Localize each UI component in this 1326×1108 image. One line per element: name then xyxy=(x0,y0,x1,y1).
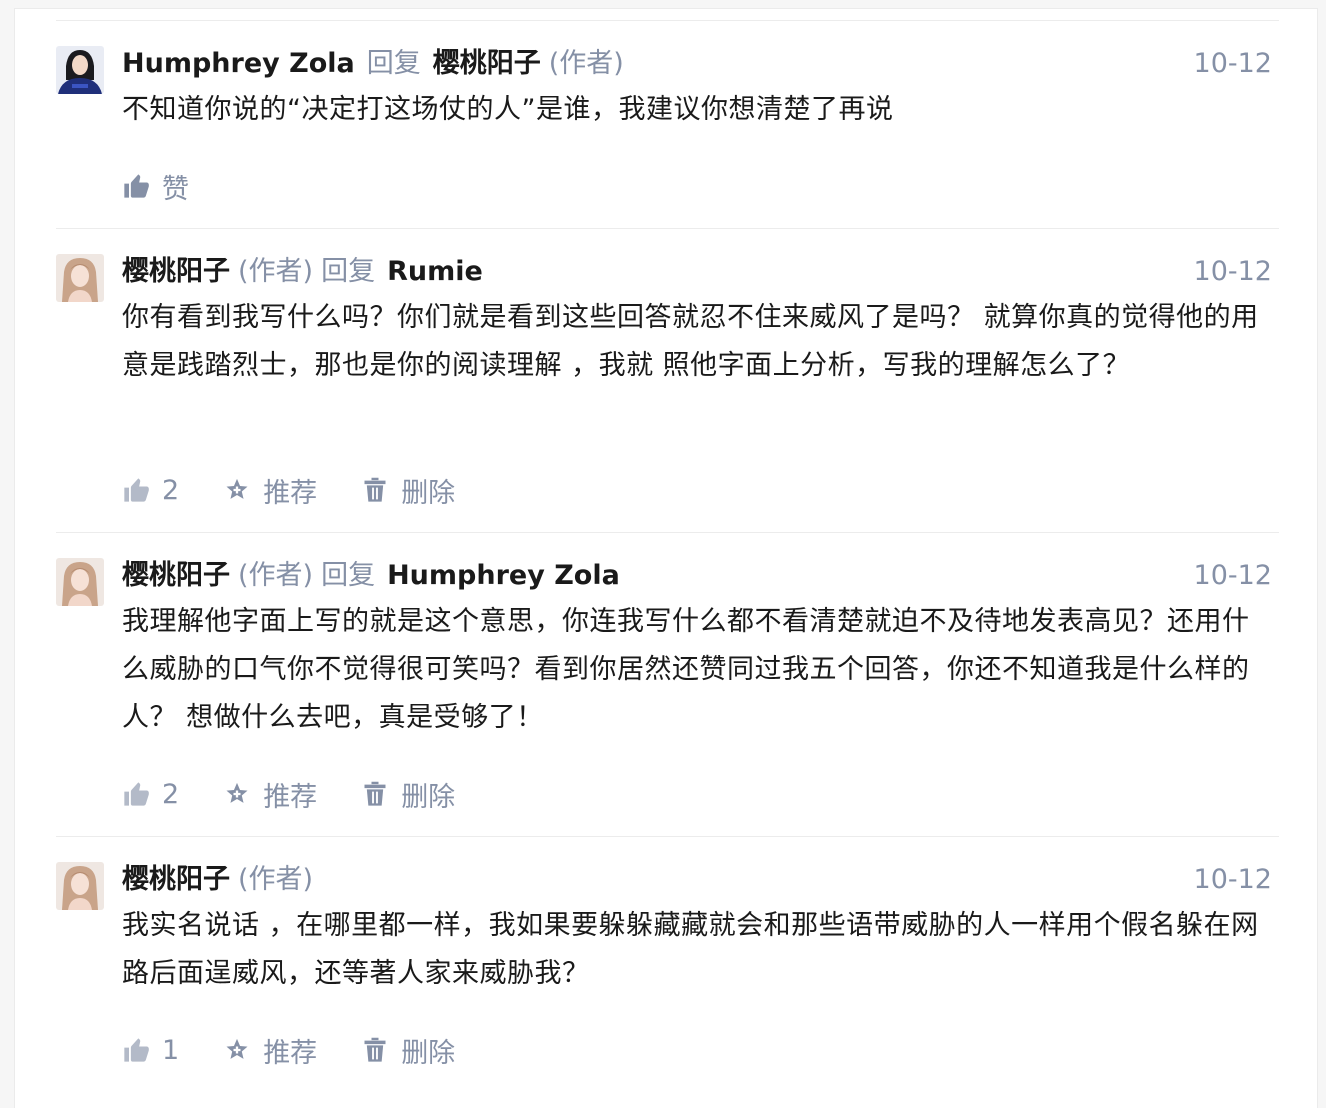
comment-header: 樱桃阳子 (作者) xyxy=(122,862,313,898)
comment-header: Humphrey Zola 回复 樱桃阳子 (作者) xyxy=(122,46,624,82)
delete-label: 删除 xyxy=(401,477,456,509)
recommend-button[interactable]: 推荐 xyxy=(223,775,317,814)
trash-icon xyxy=(364,781,386,806)
like-button[interactable]: 2 xyxy=(122,779,179,810)
like-count: 2 xyxy=(162,474,180,506)
thumbs-up-icon xyxy=(124,174,149,198)
author-name[interactable]: Humphrey Zola xyxy=(122,46,355,82)
comment-actions: 1 推荐 删除 xyxy=(122,1031,499,1070)
delete-button[interactable]: 删除 xyxy=(361,775,455,814)
like-label: 赞 xyxy=(162,173,189,205)
delete-label: 删除 xyxy=(401,1037,456,1069)
avatar[interactable] xyxy=(56,558,104,606)
thumbs-up-icon xyxy=(124,1038,149,1062)
comment-date: 10-12 xyxy=(1193,48,1272,79)
divider xyxy=(56,228,1279,229)
delete-button[interactable]: 删除 xyxy=(361,471,455,510)
avatar[interactable] xyxy=(56,254,104,302)
comment-date: 10-12 xyxy=(1193,560,1272,591)
recommend-label: 推荐 xyxy=(263,1037,318,1069)
comment-date: 10-12 xyxy=(1193,256,1272,287)
reply-label: 回复 xyxy=(366,48,421,79)
like-button[interactable]: 2 xyxy=(122,475,179,506)
thumbs-up-icon xyxy=(124,478,149,502)
like-count: 2 xyxy=(162,778,180,810)
author-tag: (作者) xyxy=(238,256,314,287)
like-button[interactable]: 赞 xyxy=(122,167,189,206)
comment-actions: 2 推荐 删除 xyxy=(122,471,499,510)
author-name[interactable]: 樱桃阳子 xyxy=(122,862,230,898)
trash-icon xyxy=(364,1037,386,1062)
reply-to-name[interactable]: Humphrey Zola xyxy=(387,558,620,594)
like-count: 1 xyxy=(162,1034,180,1066)
comment-text: 你有看到我写什么吗？你们就是看到这些回答就忍不住来威风了是吗？ 就算你真的觉得他… xyxy=(122,302,1259,381)
author-tag: (作者) xyxy=(238,864,314,895)
comment-actions: 赞 xyxy=(122,167,233,206)
comment-header: 樱桃阳子 (作者) 回复 Humphrey Zola xyxy=(122,558,620,594)
like-button[interactable]: 1 xyxy=(122,1035,179,1066)
author-tag: (作者) xyxy=(238,560,314,591)
recommend-button[interactable]: 推荐 xyxy=(223,471,317,510)
recommend-button[interactable]: 推荐 xyxy=(223,1031,317,1070)
star-plus-icon xyxy=(226,1038,248,1059)
recommend-label: 推荐 xyxy=(263,781,318,813)
author-name[interactable]: 樱桃阳子 xyxy=(122,254,230,290)
delete-button[interactable]: 删除 xyxy=(361,1031,455,1070)
divider xyxy=(56,20,1279,21)
author-tag: (作者) xyxy=(548,48,624,79)
divider xyxy=(56,836,1279,837)
avatar[interactable] xyxy=(56,46,104,94)
comment-header: 樱桃阳子 (作者) 回复 Rumie xyxy=(122,254,483,290)
reply-to-name[interactable]: Rumie xyxy=(387,254,483,290)
reply-label: 回复 xyxy=(321,560,376,591)
star-plus-icon xyxy=(226,478,248,499)
reply-to-name[interactable]: 樱桃阳子 xyxy=(433,46,541,82)
trash-icon xyxy=(364,477,386,502)
avatar[interactable] xyxy=(56,862,104,910)
comment-date: 10-12 xyxy=(1193,864,1272,895)
divider xyxy=(56,532,1279,533)
thumbs-up-icon xyxy=(124,782,149,806)
reply-label: 回复 xyxy=(321,256,376,287)
comment-text: 我理解他字面上写的就是这个意思，你连我写什么都不看清楚就迫不及待地发表高见？还用… xyxy=(122,606,1250,733)
comment-text: 不知道你说的“决定打这场仗的人”是谁，我建议你想清楚了再说 xyxy=(122,94,894,125)
comment-text: 我实名说话 ，在哪里都一样，我如果要躲躲藏藏就会和那些语带威胁的人一样用个假名躲… xyxy=(122,910,1259,989)
delete-label: 删除 xyxy=(401,781,456,813)
comment-actions: 2 推荐 删除 xyxy=(122,775,499,814)
recommend-label: 推荐 xyxy=(263,477,318,509)
author-name[interactable]: 樱桃阳子 xyxy=(122,558,230,594)
star-plus-icon xyxy=(226,782,248,803)
